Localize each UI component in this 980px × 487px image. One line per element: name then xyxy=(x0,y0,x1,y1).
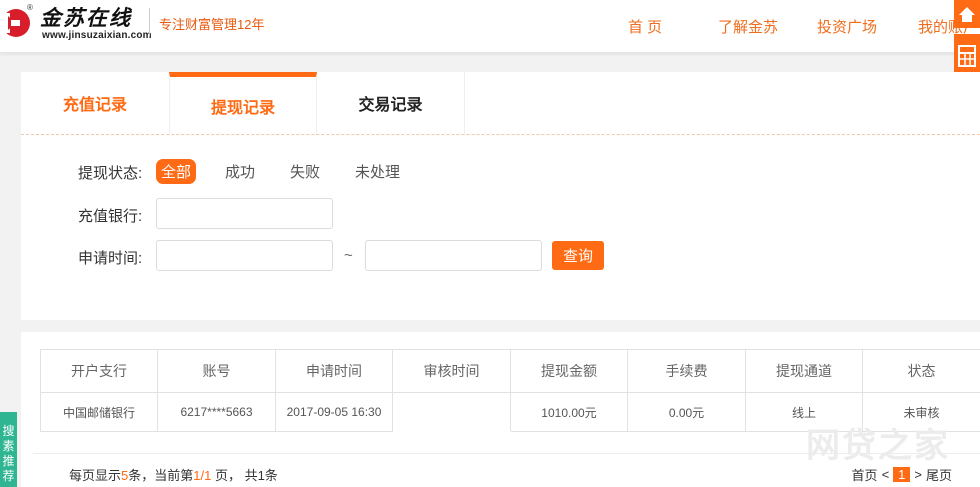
date-from-input[interactable] xyxy=(156,240,333,271)
col-apply-time: 申请时间 xyxy=(275,349,393,393)
col-status: 状态 xyxy=(862,349,980,393)
status-all[interactable]: 全部 xyxy=(156,159,197,184)
table-header-row: 开户支行 账号 申请时间 审核时间 提现金额 手续费 提现通道 状态 xyxy=(40,349,980,393)
cell-account: 6217****5663 xyxy=(157,392,276,432)
home-icon xyxy=(959,7,975,22)
cell-review-time xyxy=(392,392,511,432)
site-header: ® 金苏在线 www.jinsuzaixian.com 专注财富管理12年 首 … xyxy=(0,0,980,53)
logo-text[interactable]: 金苏在线 xyxy=(40,2,132,32)
record-tabs: 充值记录 提现记录 交易记录 xyxy=(21,72,980,135)
prev-page-link[interactable]: < xyxy=(882,467,890,482)
cell-apply-time: 2017-09-05 16:30 xyxy=(275,392,393,432)
page-info-mid: 条，当前第 xyxy=(128,468,194,483)
logo-registered-mark: ® xyxy=(27,3,33,12)
status-label: 提现状态: xyxy=(78,165,143,182)
nav-home[interactable]: 首 页 xyxy=(628,16,662,37)
status-pending[interactable]: 未处理 xyxy=(350,159,405,184)
apply-time-label: 申请时间: xyxy=(78,250,143,267)
first-page-link[interactable]: 首页 xyxy=(852,465,878,484)
pagination: 首页 < 1 > 尾页 xyxy=(852,465,952,484)
cell-fee: 0.00元 xyxy=(627,392,746,432)
status-success[interactable]: 成功 xyxy=(220,159,260,184)
col-channel: 提现通道 xyxy=(745,349,863,393)
col-fee: 手续费 xyxy=(627,349,746,393)
nav-about[interactable]: 了解金苏 xyxy=(718,16,778,37)
nav-invest[interactable]: 投资广场 xyxy=(817,16,877,37)
last-page-link[interactable]: 尾页 xyxy=(926,465,952,484)
col-amount: 提现金额 xyxy=(510,349,628,393)
side-recommend-tab[interactable]: 搜素推荐 xyxy=(0,412,17,487)
next-page-link[interactable]: > xyxy=(914,467,922,482)
page-info-prefix: 每页显示 xyxy=(69,468,122,483)
status-failed[interactable]: 失败 xyxy=(285,159,325,184)
tab-transaction[interactable]: 交易记录 xyxy=(317,72,465,134)
current-page-of-total: 1/1 xyxy=(193,468,212,483)
tab-withdraw[interactable]: 提现记录 xyxy=(169,72,317,134)
page-info-suffix: 页， 共1条 xyxy=(211,468,278,483)
col-review-time: 审核时间 xyxy=(392,349,511,393)
sidebar-home-button[interactable] xyxy=(954,0,980,28)
bank-label: 充值银行: xyxy=(78,208,143,225)
bank-input[interactable] xyxy=(156,198,333,229)
page-info: 每页显示5条，当前第1/1 页， 共1条 xyxy=(69,465,278,484)
col-branch: 开户支行 xyxy=(40,349,158,393)
watermark-text: 网贷之家 xyxy=(806,427,950,465)
page-number-current[interactable]: 1 xyxy=(893,467,911,482)
filter-panel: 充值记录 提现记录 交易记录 提现状态: 全部 成功 失败 未处理 充值银行: … xyxy=(21,72,980,320)
col-account: 账号 xyxy=(157,349,276,393)
cell-branch: 中国邮储银行 xyxy=(40,392,158,432)
cell-amount: 1010.00元 xyxy=(510,392,628,432)
query-button[interactable]: 查询 xyxy=(552,241,604,270)
date-to-input[interactable] xyxy=(365,240,542,271)
slogan: 专注财富管理12年 xyxy=(159,17,265,32)
range-separator: ~ xyxy=(344,247,353,264)
divider xyxy=(149,8,150,36)
logo-url: www.jinsuzaixian.com xyxy=(42,30,152,41)
calculator-icon xyxy=(958,45,976,67)
tab-recharge[interactable]: 充值记录 xyxy=(21,72,169,134)
